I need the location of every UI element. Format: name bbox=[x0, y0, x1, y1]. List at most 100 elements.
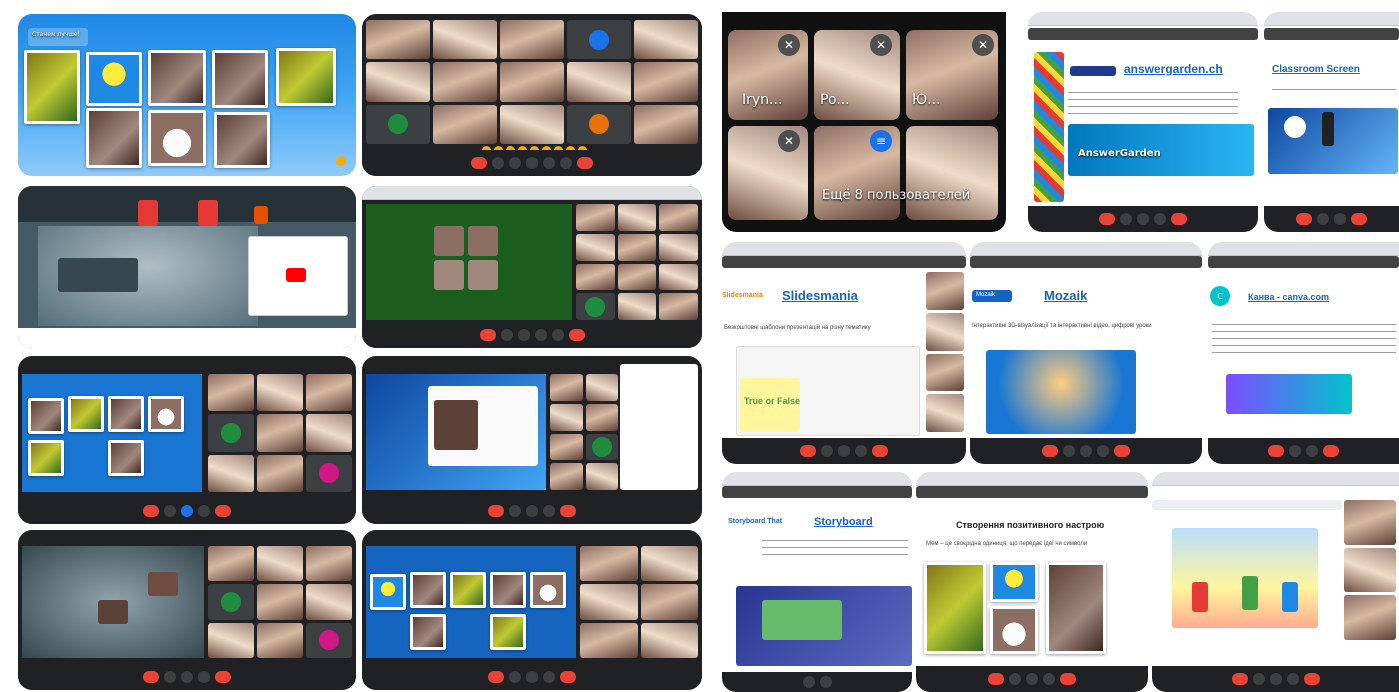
image-card[interactable] bbox=[410, 614, 446, 650]
tile-virtual-room[interactable] bbox=[18, 186, 356, 348]
participant-video[interactable] bbox=[640, 546, 698, 582]
participant-video[interactable] bbox=[926, 272, 964, 310]
image-card[interactable] bbox=[212, 50, 268, 108]
participant-video[interactable] bbox=[433, 20, 497, 60]
image-card[interactable] bbox=[530, 572, 566, 608]
end-call-icon[interactable] bbox=[560, 505, 576, 517]
end-call-icon[interactable] bbox=[872, 445, 888, 457]
end-call-icon[interactable] bbox=[1303, 673, 1320, 685]
board-card[interactable] bbox=[468, 260, 498, 290]
captions-icon[interactable] bbox=[517, 329, 530, 341]
more-icon[interactable] bbox=[560, 157, 572, 169]
image-card[interactable] bbox=[86, 108, 142, 168]
participant-video[interactable] bbox=[208, 546, 254, 582]
participant-video[interactable] bbox=[567, 62, 631, 102]
participant-video[interactable] bbox=[306, 546, 352, 582]
end-call-icon[interactable] bbox=[568, 329, 585, 341]
video-play-icon[interactable] bbox=[286, 268, 306, 282]
present-icon[interactable] bbox=[526, 505, 538, 517]
site-link[interactable]: Канва - canva.com bbox=[1248, 292, 1329, 302]
participant-video[interactable] bbox=[659, 293, 698, 320]
participant-video[interactable] bbox=[257, 374, 303, 412]
participant-video[interactable] bbox=[433, 62, 497, 102]
participant-avatar[interactable] bbox=[208, 584, 254, 620]
image-card[interactable] bbox=[148, 110, 206, 166]
end-call-icon[interactable] bbox=[577, 157, 593, 169]
participant-video[interactable] bbox=[208, 454, 254, 492]
mic-off-icon[interactable] bbox=[479, 329, 496, 341]
tile-classroom-illustration[interactable] bbox=[1152, 472, 1399, 692]
participant-video[interactable] bbox=[640, 622, 698, 658]
more-icon[interactable] bbox=[1286, 673, 1299, 685]
meme-image[interactable] bbox=[990, 606, 1038, 654]
participant-video[interactable] bbox=[634, 104, 698, 144]
present-icon[interactable] bbox=[1026, 673, 1038, 685]
participant-video[interactable] bbox=[580, 546, 638, 582]
end-call-icon[interactable] bbox=[560, 671, 576, 683]
tile-positive-mood[interactable]: Створення позитивного настрою Мем – це с… bbox=[916, 472, 1148, 692]
tile-shared-board[interactable] bbox=[362, 186, 702, 348]
participant-video[interactable] bbox=[580, 622, 638, 658]
present-icon[interactable] bbox=[1334, 213, 1346, 225]
end-call-icon[interactable] bbox=[1171, 213, 1187, 225]
camera-icon[interactable] bbox=[802, 676, 815, 688]
participant-video[interactable] bbox=[1344, 500, 1396, 545]
participant-video[interactable] bbox=[926, 353, 964, 392]
participant-video[interactable] bbox=[500, 62, 564, 102]
participant-video[interactable] bbox=[906, 126, 998, 220]
participant-video[interactable] bbox=[659, 204, 698, 231]
image-card[interactable] bbox=[490, 572, 526, 608]
image-card[interactable] bbox=[108, 440, 144, 476]
board-card[interactable] bbox=[468, 226, 498, 256]
image-card[interactable] bbox=[276, 48, 336, 106]
participant-video[interactable] bbox=[433, 104, 497, 144]
participant-video[interactable] bbox=[550, 433, 583, 461]
participant-avatar[interactable] bbox=[366, 104, 430, 144]
present-icon[interactable] bbox=[1306, 445, 1318, 457]
image-card[interactable] bbox=[370, 574, 406, 610]
participant-video[interactable] bbox=[926, 394, 964, 432]
tile-room-share[interactable] bbox=[18, 530, 356, 690]
participant-video[interactable] bbox=[1344, 595, 1396, 640]
participant-avatar[interactable] bbox=[567, 20, 631, 60]
present-icon[interactable] bbox=[819, 676, 832, 688]
tile-canva[interactable]: C Канва - canva.com bbox=[1208, 242, 1399, 464]
participant-video[interactable] bbox=[500, 20, 564, 60]
more-participants[interactable]: Ещё 8 пользователей bbox=[822, 188, 970, 203]
participant-video[interactable] bbox=[640, 584, 698, 620]
image-card[interactable] bbox=[28, 440, 64, 476]
present-icon[interactable] bbox=[534, 329, 547, 341]
participant-video[interactable] bbox=[659, 263, 698, 291]
tile-meet-participants[interactable]: Iryn... Po... Ю... ✕ ✕ ✕ ✕ ≡ Ещё 8 польз… bbox=[722, 12, 1006, 232]
participant-video[interactable] bbox=[306, 414, 352, 452]
raise-hand-icon[interactable] bbox=[526, 157, 538, 169]
scroll-handle[interactable] bbox=[336, 156, 346, 166]
participant-video[interactable] bbox=[617, 263, 657, 291]
participant-video[interactable] bbox=[926, 312, 964, 351]
end-call-icon[interactable] bbox=[1114, 445, 1130, 457]
more-icon[interactable] bbox=[855, 445, 867, 457]
participant-video[interactable] bbox=[257, 584, 303, 620]
camera-icon[interactable] bbox=[1120, 213, 1132, 225]
participant-video[interactable] bbox=[1344, 547, 1396, 593]
tile-classroom-screen[interactable]: Classroom Screen bbox=[1264, 12, 1399, 232]
more-icon[interactable] bbox=[543, 505, 555, 517]
tile-storyboard[interactable]: Storyboard That Storyboard bbox=[722, 472, 912, 692]
image-card[interactable] bbox=[450, 572, 486, 608]
more-icon[interactable] bbox=[543, 671, 555, 683]
participant-video[interactable] bbox=[366, 20, 430, 60]
participant-video[interactable] bbox=[257, 622, 303, 658]
meme-image[interactable] bbox=[924, 562, 986, 654]
tile-answergarden[interactable]: answergarden.ch AnswerGarden bbox=[1028, 12, 1258, 232]
more-icon[interactable] bbox=[198, 505, 210, 517]
present-icon[interactable] bbox=[1269, 673, 1282, 685]
meme-image[interactable] bbox=[990, 562, 1038, 602]
image-card[interactable] bbox=[214, 112, 270, 168]
image-card[interactable] bbox=[108, 396, 144, 432]
meme-image[interactable] bbox=[1046, 562, 1106, 654]
more-icon[interactable] bbox=[551, 329, 564, 341]
present-icon[interactable] bbox=[838, 445, 850, 457]
end-call-icon[interactable] bbox=[1060, 673, 1076, 685]
present-icon[interactable] bbox=[1080, 445, 1092, 457]
mic-off-icon[interactable] bbox=[1268, 445, 1284, 457]
